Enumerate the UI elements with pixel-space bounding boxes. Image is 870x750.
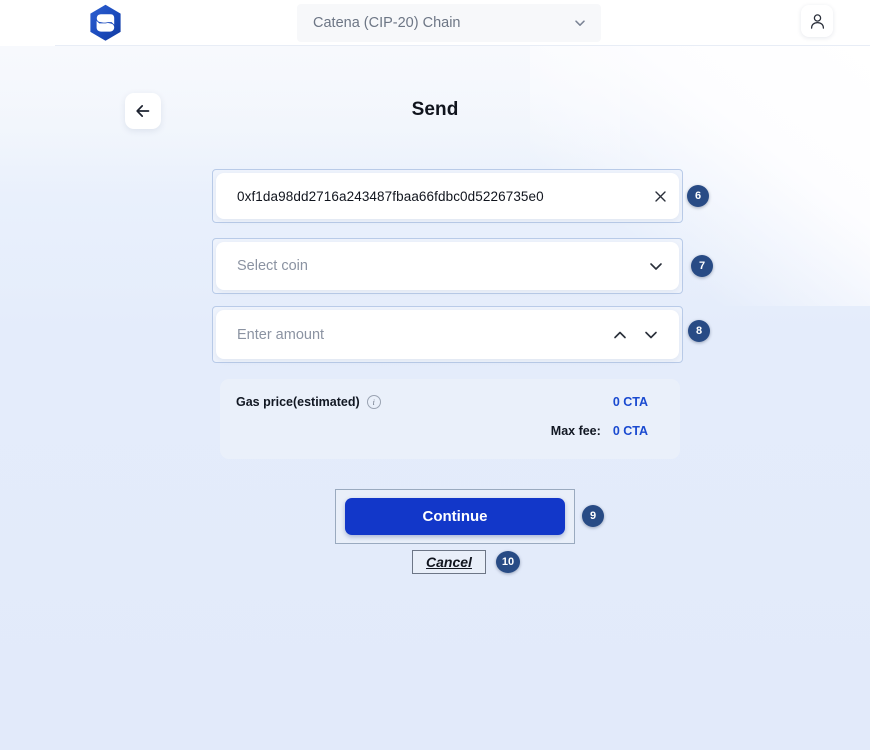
max-fee-value: 0 CTA — [612, 424, 648, 438]
account-button[interactable] — [801, 5, 833, 37]
coin-select-chevron-down-icon[interactable] — [647, 257, 665, 275]
cancel-button[interactable]: Cancel — [426, 554, 472, 570]
continue-button-focus-ring: Continue — [335, 489, 575, 544]
gas-price-row: Gas price(estimated) i 0 CTA — [236, 395, 648, 409]
step-badge-7: 7 — [691, 255, 713, 277]
coin-select-field[interactable]: Select coin — [216, 242, 679, 290]
max-fee-label: Max fee: — [550, 424, 601, 438]
step-badge-8: 8 — [688, 320, 710, 342]
coin-select-placeholder: Select coin — [237, 258, 308, 274]
recipient-address-field[interactable]: 0xf1da98dd2716a243487fbaa66fdbc0d5226735… — [216, 173, 679, 219]
header-divider — [55, 45, 870, 46]
chain-selector-label: Catena (CIP-20) Chain — [313, 15, 461, 31]
chevron-down-icon[interactable] — [642, 326, 660, 344]
gas-price-label: Gas price(estimated) — [236, 395, 360, 409]
chevron-up-icon[interactable] — [611, 326, 629, 344]
close-x-icon — [655, 190, 666, 202]
amount-placeholder: Enter amount — [237, 326, 325, 343]
amount-field[interactable]: Enter amount — [216, 310, 679, 359]
step-badge-6: 6 — [687, 185, 709, 207]
cancel-button-focus-ring: Cancel — [412, 550, 486, 574]
continue-button[interactable]: Continue — [345, 498, 565, 535]
step-badge-9: 9 — [582, 505, 604, 527]
amount-stepper — [611, 326, 665, 344]
chevron-down-icon — [573, 16, 587, 30]
step-badge-10: 10 — [496, 551, 520, 573]
gas-fee-panel: Gas price(estimated) i 0 CTA Max fee: 0 … — [220, 379, 680, 459]
page-title: Send — [411, 99, 459, 120]
max-fee-row: Max fee: 0 CTA — [236, 424, 648, 438]
amount-field-wrapper: Enter amount — [212, 306, 683, 363]
recipient-address-value: 0xf1da98dd2716a243487fbaa66fdbc0d5226735… — [237, 188, 544, 204]
gas-price-value: 0 CTA — [612, 395, 648, 409]
catena-hexagon-logo-icon — [89, 4, 121, 41]
chain-selector[interactable]: Catena (CIP-20) Chain — [297, 4, 601, 42]
coin-select-field-wrapper: Select coin — [212, 238, 683, 294]
user-person-icon — [810, 13, 824, 29]
app-logo[interactable] — [86, 2, 124, 44]
clear-address-button[interactable] — [652, 188, 669, 205]
info-circle-icon[interactable]: i — [366, 395, 381, 409]
recipient-address-field-wrapper: 0xf1da98dd2716a243487fbaa66fdbc0d5226735… — [212, 169, 683, 223]
